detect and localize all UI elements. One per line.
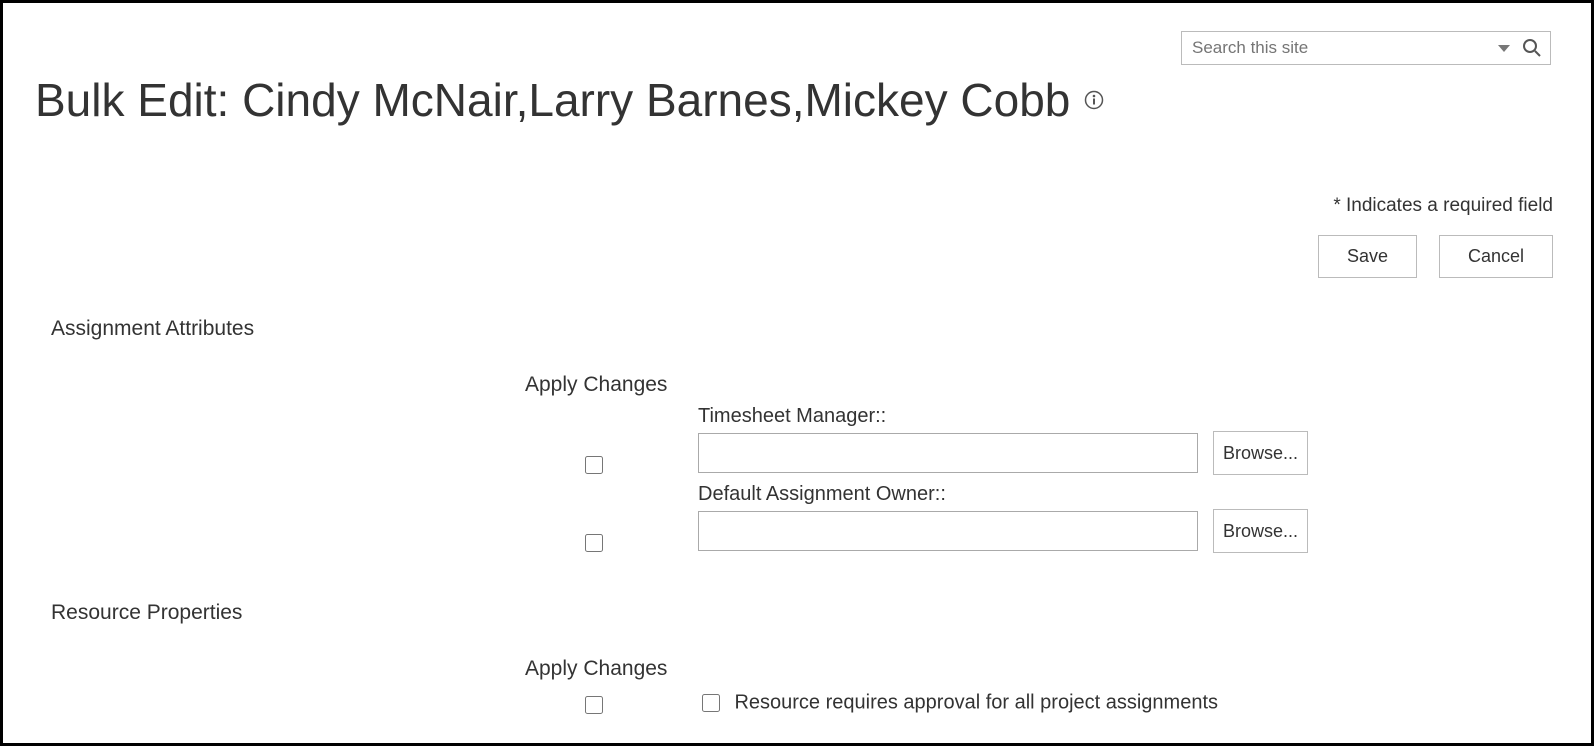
default-assignment-owner-label: Default Assignment Owner:: [698, 483, 946, 506]
save-button[interactable]: Save [1318, 235, 1417, 278]
timesheet-manager-apply-checkbox[interactable] [585, 456, 603, 474]
timesheet-manager-label: Timesheet Manager:: [698, 405, 886, 428]
action-buttons: Save Cancel [1318, 235, 1553, 278]
requires-approval-field: Resource requires approval for all proje… [698, 691, 1218, 715]
page-title-text: Bulk Edit: Cindy McNair,Larry Barnes,Mic… [35, 73, 1070, 127]
info-icon[interactable] [1084, 90, 1104, 110]
search-scope-dropdown-icon[interactable] [1498, 45, 1510, 52]
requires-approval-checkbox[interactable] [702, 694, 720, 712]
section-assignment-attributes-heading: Assignment Attributes [51, 317, 254, 341]
required-field-note: * Indicates a required field [1333, 195, 1553, 217]
apply-changes-label: Apply Changes [525, 373, 667, 397]
search-icon[interactable] [1522, 38, 1542, 58]
requires-approval-label: Resource requires approval for all proje… [734, 692, 1218, 714]
cancel-button[interactable]: Cancel [1439, 235, 1553, 278]
timesheet-manager-browse-button[interactable]: Browse... [1213, 431, 1308, 475]
apply-changes-label-2: Apply Changes [525, 657, 667, 681]
page-frame: Bulk Edit: Cindy McNair,Larry Barnes,Mic… [0, 0, 1594, 746]
search-box[interactable] [1181, 31, 1551, 65]
section-resource-properties-heading: Resource Properties [51, 601, 242, 625]
requires-approval-apply-checkbox[interactable] [585, 696, 603, 714]
page-title: Bulk Edit: Cindy McNair,Larry Barnes,Mic… [35, 73, 1561, 127]
default-assignment-owner-input[interactable] [698, 511, 1198, 551]
default-assignment-owner-browse-button[interactable]: Browse... [1213, 509, 1308, 553]
search-input[interactable] [1182, 34, 1498, 62]
timesheet-manager-input[interactable] [698, 433, 1198, 473]
default-assignment-owner-apply-checkbox[interactable] [585, 534, 603, 552]
